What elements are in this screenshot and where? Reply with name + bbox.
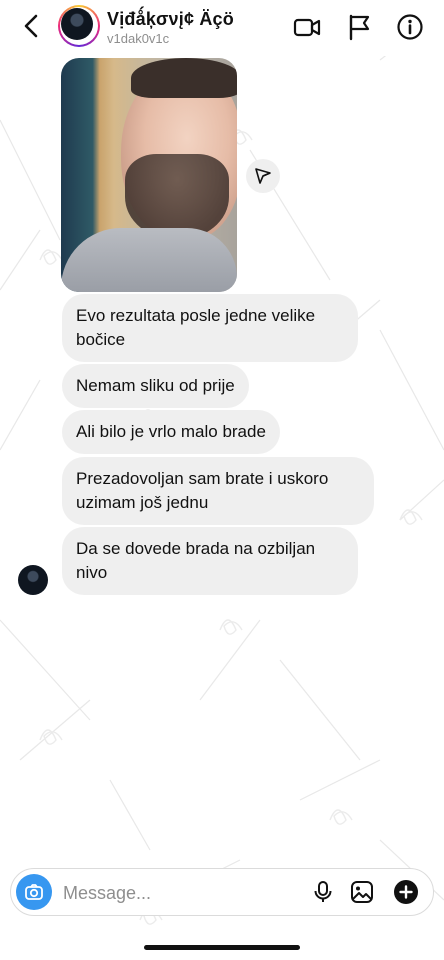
info-icon[interactable] xyxy=(395,12,425,42)
video-call-icon[interactable] xyxy=(292,12,322,42)
paper-plane-icon[interactable] xyxy=(246,159,280,193)
flag-icon[interactable] xyxy=(344,12,374,42)
back-chevron-icon[interactable] xyxy=(18,10,46,42)
microphone-icon[interactable] xyxy=(310,879,336,905)
sender-avatar[interactable] xyxy=(18,565,48,595)
camera-icon[interactable] xyxy=(16,874,52,910)
home-indicator xyxy=(144,945,300,950)
message-bubble[interactable]: Prezadovoljan sam brate i uskoro uzimam … xyxy=(62,457,374,525)
message-bubble[interactable]: Da se dovede brada na ozbiljan nivo xyxy=(62,527,358,595)
message-bubble[interactable]: Nemam sliku od prije xyxy=(62,364,249,408)
message-bubble[interactable]: Evo rezultata posle jedne velike bočice xyxy=(62,294,358,362)
message-input[interactable] xyxy=(61,881,305,905)
contact-avatar[interactable] xyxy=(58,5,100,47)
message-bubble[interactable]: Ali bilo je vrlo malo brade xyxy=(62,410,280,454)
shared-photo[interactable] xyxy=(61,58,237,292)
contact-username[interactable]: v1dak0v1c xyxy=(107,31,169,46)
chat-header: Vịđǻķσνį¢ Äçö v1dak0v1c xyxy=(0,0,444,56)
contact-display-name[interactable]: Vịđǻķσνį¢ Äçö xyxy=(107,9,234,30)
plus-icon[interactable] xyxy=(393,879,419,905)
message-composer xyxy=(10,868,434,916)
gallery-icon[interactable] xyxy=(349,879,375,905)
